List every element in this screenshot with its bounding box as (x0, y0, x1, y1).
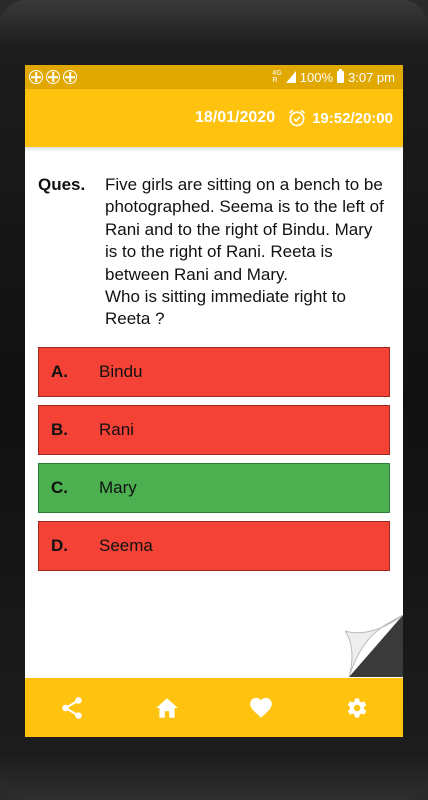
timer-text: 19:52/20:00 (312, 109, 393, 127)
status-time: 3:07 pm (348, 69, 395, 85)
option-letter: A. (51, 361, 68, 381)
status-bar: 4G R 100% 3:07 pm (25, 65, 403, 89)
share-button[interactable] (52, 688, 92, 728)
quiz-date: 18/01/2020 (195, 109, 276, 126)
screen: 4G R 100% 3:07 pm 18/01/2020 19:52/20:00… (25, 65, 403, 737)
option-letter: C. (51, 477, 68, 497)
battery-icon (337, 69, 345, 83)
app-header: 18/01/2020 19:52/20:00 (25, 89, 403, 147)
option-text: Bindu (99, 361, 143, 381)
option-c[interactable]: C. Mary (38, 462, 390, 513)
share-icon (62, 696, 82, 719)
battery-percent: 100% (299, 69, 334, 85)
option-text: Mary (99, 477, 137, 497)
home-icon (155, 697, 178, 718)
alarm-clock-icon (289, 109, 306, 127)
option-b[interactable]: B. Rani (38, 404, 390, 455)
home-button[interactable] (147, 688, 187, 728)
settings-icon (347, 697, 367, 718)
question-text: Five girls are sitting on a bench to be … (105, 175, 384, 329)
favorite-button[interactable] (241, 688, 281, 728)
signal-icon (285, 71, 296, 83)
settings-button[interactable] (336, 688, 376, 728)
quiz-timer: 19:52/20:00 (287, 108, 393, 128)
network-type: 4G (272, 70, 282, 77)
option-letter: B. (51, 419, 68, 439)
roaming-indicator: R (272, 77, 278, 84)
network-icon: 4G R (272, 70, 281, 84)
app-notification-icon (46, 70, 60, 84)
notification-icons (29, 70, 77, 84)
app-notification-icon (29, 70, 43, 84)
option-d[interactable]: D. Seema (38, 520, 390, 571)
heart-icon (250, 697, 273, 718)
question-label: Ques. (38, 175, 86, 194)
phone-frame: 4G R 100% 3:07 pm 18/01/2020 19:52/20:00… (0, 0, 428, 800)
page-curl-next-button[interactable] (345, 615, 403, 677)
app-notification-icon (63, 70, 77, 84)
question-block: Ques. Five girls are sitting on a bench … (25, 147, 403, 331)
option-letter: D. (51, 535, 68, 555)
bottom-nav (25, 678, 403, 737)
option-text: Rani (99, 419, 134, 439)
status-right: 4G R 100% 3:07 pm (272, 69, 395, 85)
option-text: Seema (99, 535, 153, 555)
answer-options: A. Bindu B. Rani C. Mary D. Seema (25, 346, 403, 571)
option-a[interactable]: A. Bindu (38, 346, 390, 397)
